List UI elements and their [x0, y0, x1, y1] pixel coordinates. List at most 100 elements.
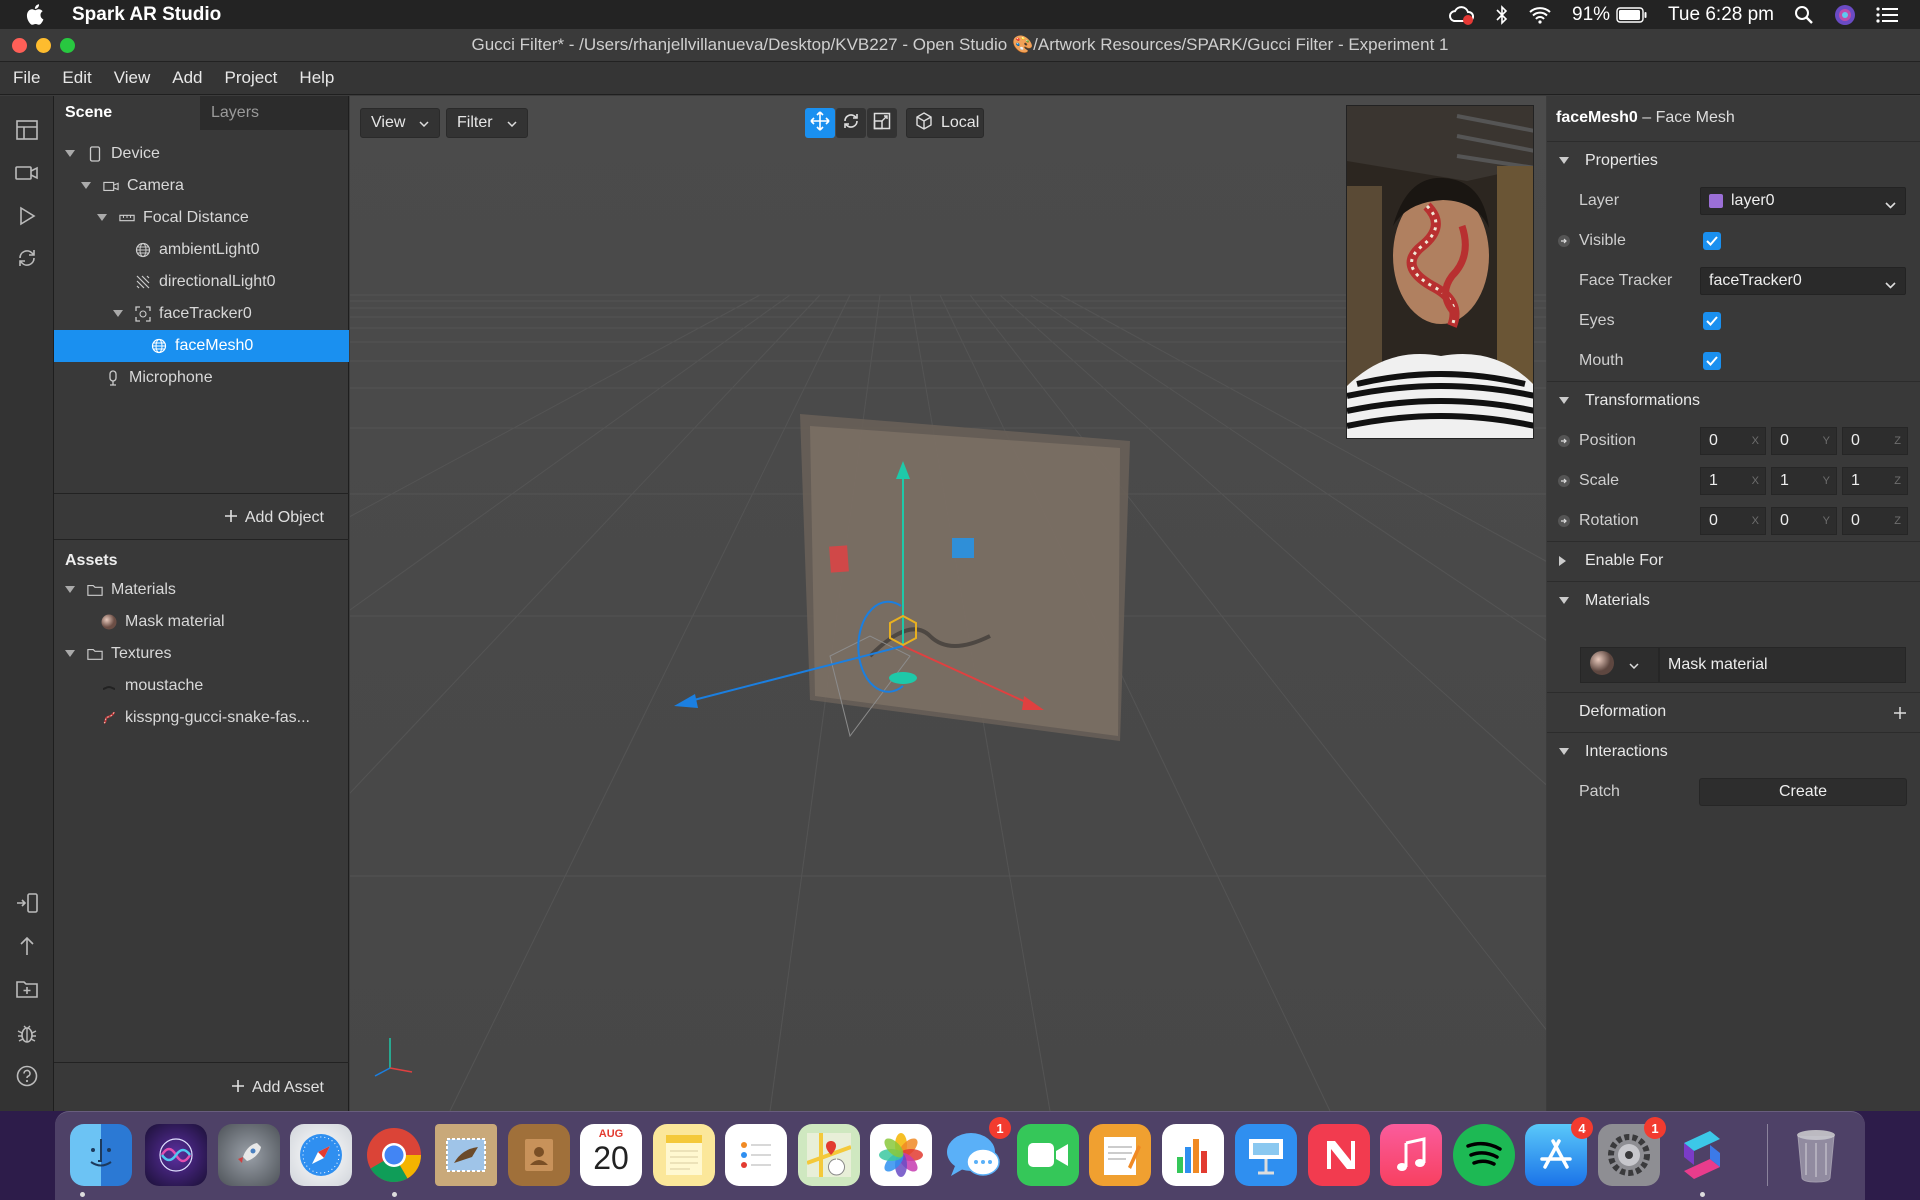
camera-preview[interactable] — [1346, 105, 1534, 439]
siri-icon[interactable] — [1834, 4, 1856, 26]
asset-item-mask-material[interactable]: Mask material — [54, 606, 349, 638]
scale-y-field[interactable]: 1Y — [1771, 467, 1837, 495]
contacts-icon[interactable] — [508, 1124, 570, 1186]
tab-scene[interactable]: Scene — [54, 96, 200, 130]
section-properties[interactable]: Properties — [1547, 141, 1920, 181]
menu-add[interactable]: Add — [172, 68, 202, 88]
expand-triangle-icon[interactable] — [81, 181, 91, 191]
launchpad-icon[interactable] — [218, 1124, 280, 1186]
position-x-field[interactable]: 0X — [1700, 427, 1766, 455]
layout-icon[interactable] — [14, 117, 40, 143]
visible-checkbox[interactable] — [1703, 232, 1721, 250]
trash-icon[interactable] — [1785, 1124, 1847, 1186]
zoom-window-button[interactable] — [60, 38, 75, 53]
clock[interactable]: Tue 6:28 pm — [1668, 4, 1774, 26]
spotify-icon[interactable] — [1453, 1124, 1515, 1186]
mail-icon[interactable] — [435, 1124, 497, 1186]
upload-icon[interactable] — [14, 933, 40, 959]
face-tracker-dropdown[interactable]: faceTracker0 — [1700, 267, 1906, 295]
tree-item-device[interactable]: Device — [54, 138, 349, 170]
menu-file[interactable]: File — [13, 68, 40, 88]
expand-triangle-icon[interactable] — [65, 149, 75, 159]
siri-icon[interactable] — [145, 1124, 207, 1186]
app-store-icon[interactable]: 4 — [1525, 1117, 1593, 1186]
wifi-icon[interactable] — [1528, 6, 1552, 24]
asset-item-snake-texture[interactable]: kisspng-gucci-snake-fas... — [54, 702, 349, 734]
chrome-icon[interactable] — [363, 1124, 425, 1186]
tree-item-directional-light[interactable]: directionalLight0 — [54, 266, 349, 298]
pages-icon[interactable] — [1089, 1124, 1151, 1186]
scene-viewport[interactable]: View Filter Local — [350, 96, 1546, 1111]
patch-arrow-icon[interactable] — [1558, 235, 1570, 247]
window-titlebar[interactable]: Gucci Filter* - /Users/rhanjellvillanuev… — [0, 29, 1920, 62]
expand-triangle-icon[interactable] — [97, 213, 107, 223]
mouth-checkbox[interactable] — [1703, 352, 1721, 370]
active-app-name[interactable]: Spark AR Studio — [72, 4, 221, 26]
reload-icon[interactable] — [14, 245, 40, 271]
patch-arrow-icon[interactable] — [1558, 515, 1570, 527]
section-interactions[interactable]: Interactions — [1547, 732, 1920, 772]
tree-item-face-mesh[interactable]: faceMesh0 — [54, 330, 349, 362]
news-icon[interactable] — [1308, 1124, 1370, 1186]
rotation-x-field[interactable]: 0X — [1700, 507, 1766, 535]
tree-item-microphone[interactable]: Microphone — [54, 362, 349, 394]
view-dropdown[interactable]: View — [360, 108, 440, 138]
play-icon[interactable] — [14, 203, 40, 229]
layer-dropdown[interactable]: layer0 — [1700, 187, 1906, 215]
scale-x-field[interactable]: 1X — [1700, 467, 1766, 495]
move-tool-button[interactable] — [805, 108, 835, 138]
apple-icon[interactable] — [26, 4, 48, 25]
scale-tool-button[interactable] — [867, 108, 897, 138]
asset-item-materials[interactable]: Materials — [54, 574, 349, 606]
spotlight-search-icon[interactable] — [1794, 5, 1814, 25]
numbers-icon[interactable] — [1162, 1124, 1224, 1186]
tab-layers[interactable]: Layers — [200, 96, 346, 130]
add-asset-button[interactable]: Add Asset — [231, 1079, 324, 1097]
facetime-icon[interactable] — [1017, 1124, 1079, 1186]
rotate-tool-button[interactable] — [836, 108, 866, 138]
finder-icon[interactable] — [70, 1124, 132, 1186]
material-selector[interactable] — [1580, 647, 1659, 683]
video-preview-icon[interactable] — [14, 160, 40, 186]
tree-item-focal-distance[interactable]: Focal Distance — [54, 202, 349, 234]
asset-item-moustache[interactable]: moustache — [54, 670, 349, 702]
menu-help[interactable]: Help — [299, 68, 334, 88]
help-icon[interactable] — [14, 1063, 40, 1089]
tree-item-camera[interactable]: Camera — [54, 170, 349, 202]
asset-item-textures[interactable]: Textures — [54, 638, 349, 670]
eyes-checkbox[interactable] — [1703, 312, 1721, 330]
close-window-button[interactable] — [12, 38, 27, 53]
section-transformations[interactable]: Transformations — [1547, 381, 1920, 421]
battery-icon[interactable] — [1616, 6, 1648, 23]
creative-cloud-icon[interactable] — [1448, 5, 1476, 25]
expand-triangle-icon[interactable] — [65, 585, 75, 595]
section-deformation[interactable]: Deformation — [1547, 692, 1920, 732]
scale-z-field[interactable]: 1Z — [1842, 467, 1908, 495]
tree-item-ambient-light[interactable]: ambientLight0 — [54, 234, 349, 266]
add-object-button[interactable]: Add Object — [224, 509, 324, 527]
camera-plane[interactable] — [800, 414, 1130, 741]
keynote-icon[interactable] — [1235, 1124, 1297, 1186]
messages-icon[interactable]: 1 — [943, 1117, 1011, 1186]
minimize-window-button[interactable] — [36, 38, 51, 53]
section-materials[interactable]: Materials — [1547, 581, 1920, 621]
position-z-field[interactable]: 0Z — [1842, 427, 1908, 455]
local-space-toggle[interactable]: Local — [906, 108, 984, 138]
patch-arrow-icon[interactable] — [1558, 435, 1570, 447]
menu-view[interactable]: View — [114, 68, 151, 88]
reminders-icon[interactable] — [725, 1124, 787, 1186]
calendar-icon[interactable]: AUG 20 — [580, 1124, 642, 1186]
photos-icon[interactable] — [870, 1124, 932, 1186]
patch-arrow-icon[interactable] — [1558, 475, 1570, 487]
maps-icon[interactable] — [798, 1124, 860, 1186]
rotation-y-field[interactable]: 0Y — [1771, 507, 1837, 535]
notification-center-icon[interactable] — [1876, 6, 1898, 24]
safari-icon[interactable] — [290, 1124, 352, 1186]
notes-icon[interactable] — [653, 1124, 715, 1186]
material-name-field[interactable]: Mask material — [1659, 647, 1906, 683]
music-icon[interactable] — [1380, 1124, 1442, 1186]
menu-project[interactable]: Project — [225, 68, 278, 88]
add-deformation-plus-icon[interactable] — [1894, 706, 1906, 724]
create-patch-button[interactable]: Create — [1699, 778, 1907, 806]
bug-report-icon[interactable] — [14, 1020, 40, 1046]
